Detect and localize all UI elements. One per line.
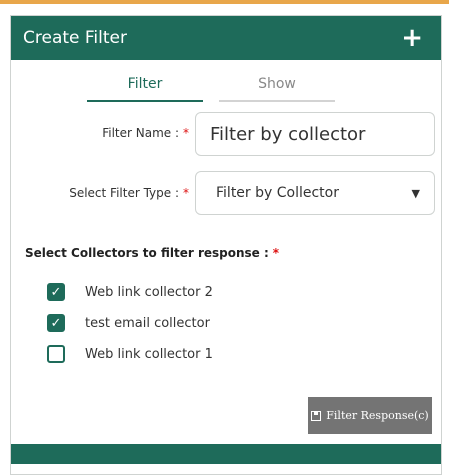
filter-name-input[interactable]: Filter by collector (195, 112, 435, 156)
top-accent-line (0, 0, 449, 4)
collector-label: Web link collector 2 (85, 284, 213, 300)
create-filter-panel: Create Filter + Filter Show Filter Name … (10, 15, 442, 475)
filter-type-label: Select Filter Type : * (69, 186, 189, 200)
tab-filter[interactable]: Filter (87, 76, 203, 102)
checkbox-checked[interactable]: ✓ (47, 283, 65, 301)
required-marker: * (183, 126, 189, 140)
collectors-section-label: Select Collectors to filter response : * (25, 246, 280, 260)
panel-footer-bar (11, 444, 441, 464)
panel-title: Create Filter (23, 28, 127, 48)
required-marker: * (272, 246, 280, 260)
save-icon (311, 410, 322, 421)
filter-name-label: Filter Name : * (102, 126, 189, 140)
collector-label: test email collector (85, 315, 210, 331)
check-icon: ✓ (50, 284, 62, 300)
required-marker: * (183, 186, 189, 200)
tab-bar: Filter Show (87, 76, 335, 102)
filter-response-label: Filter Response(c) (326, 409, 429, 422)
plus-icon[interactable]: + (401, 25, 423, 51)
collector-label: Web link collector 1 (85, 346, 213, 362)
checkbox-checked[interactable]: ✓ (47, 314, 65, 332)
checkbox-unchecked[interactable] (47, 345, 65, 363)
filter-type-value: Filter by Collector (216, 185, 339, 201)
caret-down-icon: ▼ (411, 186, 420, 200)
collector-web-link-2[interactable]: ✓ Web link collector 2 (47, 283, 213, 301)
filter-response-button[interactable]: Filter Response(c) (308, 397, 432, 434)
filter-type-select[interactable]: Filter by Collector ▼ (195, 171, 435, 215)
collector-web-link-1[interactable]: Web link collector 1 (47, 345, 213, 363)
panel-header: Create Filter + (11, 16, 441, 60)
collector-test-email[interactable]: ✓ test email collector (47, 314, 210, 332)
filter-name-value: Filter by collector (210, 123, 366, 145)
tab-show[interactable]: Show (219, 76, 335, 102)
check-icon: ✓ (50, 315, 62, 331)
